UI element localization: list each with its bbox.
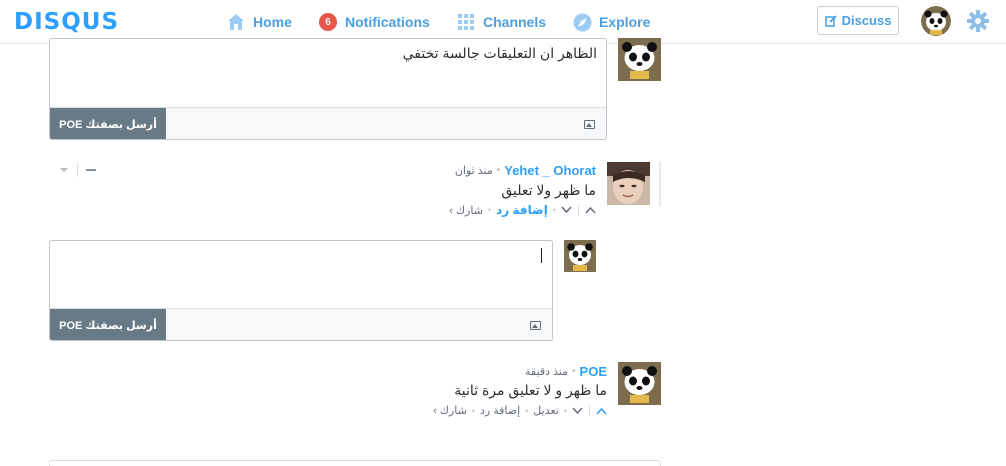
reply-link[interactable]: إضافة رد xyxy=(480,404,520,417)
editor-footer: أرسل بصفتك POE xyxy=(50,308,552,340)
gear-icon[interactable] xyxy=(967,10,989,32)
upvote-icon[interactable] xyxy=(596,407,607,415)
reply-text[interactable]: الظاهر ان التعليقات جالسة تختفي xyxy=(403,45,597,62)
post-as-button[interactable]: أرسل بصفتك POE xyxy=(50,108,166,139)
avatar[interactable] xyxy=(618,362,661,405)
discuss-label: Discuss xyxy=(841,13,892,28)
nav-channels[interactable]: Channels xyxy=(456,11,546,33)
separator-dot: • xyxy=(552,205,556,215)
nav-notifications-label: Notifications xyxy=(345,14,430,30)
separator-dot: • xyxy=(525,405,529,416)
text-cursor xyxy=(541,248,542,263)
divider xyxy=(589,405,590,416)
avatar[interactable] xyxy=(564,240,596,272)
avatar[interactable] xyxy=(607,162,650,205)
collapse-icon[interactable] xyxy=(85,164,97,176)
comment-timestamp[interactable]: منذ ثوان xyxy=(455,164,493,177)
comment-author[interactable]: POE xyxy=(580,364,607,379)
nav-channels-label: Channels xyxy=(483,14,547,30)
divider xyxy=(578,204,579,216)
home-icon xyxy=(226,12,246,32)
notification-count-badge: 6 xyxy=(319,13,337,31)
edit-icon xyxy=(824,14,837,27)
downvote-icon[interactable] xyxy=(561,206,572,214)
dropdown-icon[interactable] xyxy=(58,164,70,176)
nav-explore[interactable]: Explore xyxy=(572,11,650,33)
comment-author[interactable]: Yehet _ Ohorat xyxy=(504,163,596,178)
comment-body: ما ظهر و لا تعليق مرة ثانية xyxy=(454,382,607,398)
channels-icon xyxy=(456,12,476,32)
nav-explore-label: Explore xyxy=(599,14,651,30)
upvote-icon[interactable] xyxy=(585,206,596,214)
comment-header: Yehet _ Ohorat • منذ ثوان xyxy=(455,163,596,178)
discuss-button[interactable]: Discuss xyxy=(817,6,899,35)
post-as-button[interactable]: أرسل بصفتك POE xyxy=(50,309,166,340)
thread-indent-line xyxy=(659,162,661,206)
separator-dot: • xyxy=(496,165,501,176)
image-icon[interactable] xyxy=(584,120,595,129)
nav-home[interactable]: Home xyxy=(226,11,292,33)
image-icon[interactable] xyxy=(530,321,541,330)
reply-editor-top[interactable]: الظاهر ان التعليقات جالسة تختفي أرسل بصف… xyxy=(49,38,607,140)
share-link[interactable]: شارك › xyxy=(449,204,483,217)
explore-icon xyxy=(572,12,592,32)
editor-footer: أرسل بصفتك POE xyxy=(50,107,606,139)
share-link[interactable]: شارك › xyxy=(433,404,467,417)
separator-dot: • xyxy=(563,405,567,416)
next-comment-box xyxy=(49,460,661,466)
reply-editor[interactable]: أرسل بصفتك POE xyxy=(49,240,553,341)
user-avatar[interactable] xyxy=(921,6,951,36)
comment-timestamp[interactable]: منذ دقيقة xyxy=(525,365,568,378)
comment-actions: • إضافة رد • شارك › xyxy=(449,203,596,217)
comment-actions: • تعديل • إضافة رد • شارك › xyxy=(433,404,607,417)
comment-header: POE • منذ دقيقة xyxy=(525,364,607,379)
downvote-icon[interactable] xyxy=(572,406,583,415)
separator-dot: • xyxy=(471,405,475,416)
nav-home-label: Home xyxy=(253,14,292,30)
comment-controls xyxy=(58,163,97,177)
divider xyxy=(77,163,78,177)
edit-link[interactable]: تعديل xyxy=(533,404,559,417)
separator-dot: • xyxy=(487,205,492,215)
avatar[interactable] xyxy=(618,38,661,81)
nav-notifications[interactable]: 6 Notifications xyxy=(319,11,430,33)
separator-dot: • xyxy=(572,366,576,377)
reply-link[interactable]: إضافة رد xyxy=(496,203,548,217)
disqus-logo[interactable]: DISQUS xyxy=(14,9,119,35)
comment-body: ما ظهر ولا تعليق xyxy=(501,182,596,198)
